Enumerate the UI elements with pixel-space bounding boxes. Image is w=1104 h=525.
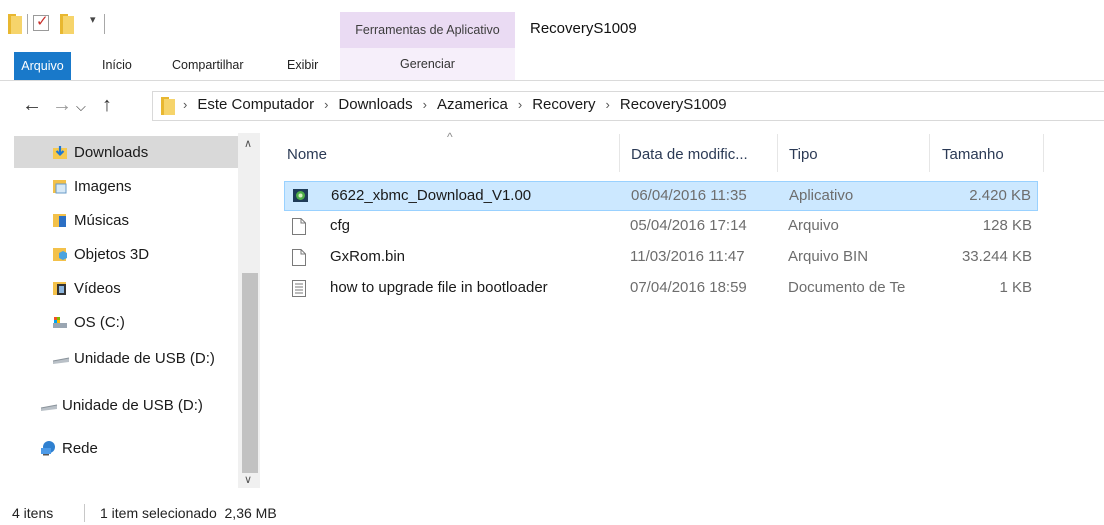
nav-item-usb-d-root[interactable]: Unidade de USB (D:)	[14, 389, 240, 421]
folder-icon[interactable]	[8, 14, 22, 34]
nav-item-videos[interactable]: Vídeos	[14, 272, 240, 304]
breadcrumb-recoverys1009[interactable]: RecoveryS1009	[620, 96, 727, 113]
nav-item-downloads[interactable]: Downloads	[14, 136, 240, 168]
breadcrumb: › Este Computador › Downloads › Azameric…	[183, 96, 727, 113]
file-size: 1 KB	[999, 279, 1032, 296]
divider	[929, 134, 930, 172]
forward-arrow-icon[interactable]: →	[52, 94, 72, 117]
context-tab-group-label: Ferramentas de Aplicativo	[340, 12, 515, 48]
status-bar: 4 itens 1 item selecionado 2,36 MB	[0, 500, 1104, 525]
breadcrumb-downloads[interactable]: Downloads	[338, 96, 412, 113]
table-row[interactable]: how to upgrade file in bootloader 07/04/…	[284, 274, 1038, 304]
divider	[84, 504, 85, 522]
chevron-right-icon[interactable]: ›	[606, 97, 610, 112]
scrollbar-thumb[interactable]	[242, 273, 258, 473]
divider	[1043, 134, 1044, 172]
file-icon	[292, 249, 306, 266]
tab-compartilhar[interactable]: Compartilhar	[172, 58, 244, 72]
file-name: how to upgrade file in bootloader	[330, 279, 548, 296]
scroll-down-icon[interactable]: ∨	[244, 473, 252, 486]
text-document-icon	[292, 280, 306, 297]
nav-item-objetos-3d[interactable]: Objetos 3D	[14, 238, 240, 270]
file-size: 128 KB	[982, 217, 1032, 234]
column-header-size[interactable]: Tamanho	[942, 146, 1004, 163]
sort-ascending-icon: ^	[447, 130, 453, 144]
music-icon	[52, 212, 68, 228]
chevron-right-icon[interactable]: ›	[324, 97, 328, 112]
recent-locations-chevron-icon[interactable]: ⌵	[76, 99, 86, 115]
tab-inicio[interactable]: Início	[102, 58, 132, 72]
table-row[interactable]: cfg 05/04/2016 17:14 Arquivo 128 KB	[284, 212, 1038, 242]
nav-pane-scrollbar[interactable]: ∧ ∨	[238, 133, 260, 488]
file-type: Aplicativo	[789, 187, 854, 204]
file-date: 07/04/2016 18:59	[630, 279, 747, 296]
file-name: GxRom.bin	[330, 248, 406, 265]
chevron-right-icon[interactable]: ›	[183, 97, 187, 112]
breadcrumb-recovery[interactable]: Recovery	[532, 96, 595, 113]
nav-item-rede[interactable]: Rede	[14, 432, 240, 464]
file-name: cfg	[330, 217, 351, 234]
customize-toolbar-icon[interactable]: ▾	[90, 13, 96, 26]
nav-item-imagens[interactable]: Imagens	[14, 170, 240, 202]
downloads-icon	[52, 144, 68, 160]
divider	[27, 14, 28, 34]
file-date: 11/03/2016 11:47	[630, 248, 745, 265]
file-size: 2.420 KB	[969, 187, 1031, 204]
file-date: 05/04/2016 17:14	[630, 217, 747, 234]
up-arrow-icon[interactable]: ↑	[102, 94, 112, 117]
new-folder-icon[interactable]	[60, 14, 74, 34]
tab-arquivo[interactable]: Arquivo	[14, 52, 71, 80]
divider	[777, 134, 778, 172]
chevron-right-icon[interactable]: ›	[423, 97, 427, 112]
file-size: 33.244 KB	[961, 248, 1032, 265]
window-title: RecoveryS1009	[530, 20, 637, 37]
pictures-icon	[52, 178, 68, 194]
breadcrumb-azamerica[interactable]: Azamerica	[437, 96, 508, 113]
address-bar[interactable]: › Este Computador › Downloads › Azameric…	[152, 91, 1104, 121]
drive-c-icon	[52, 314, 68, 330]
divider	[0, 80, 1104, 81]
usb-drive-icon	[40, 397, 58, 413]
title-bar: ✓ ▾ Ferramentas de Aplicativo Gerenciar …	[0, 0, 1104, 80]
videos-icon	[52, 280, 68, 296]
item-count: 4 itens	[12, 505, 54, 521]
selection-info: 1 item selecionado 2,36 MB	[100, 505, 277, 521]
network-icon	[40, 440, 56, 456]
back-arrow-icon[interactable]: ←	[22, 94, 42, 117]
navigation-pane: Downloads Imagens Músicas Objetos 3D Víd…	[14, 133, 260, 488]
nav-item-os-c[interactable]: OS (C:)	[14, 306, 240, 338]
breadcrumb-este-computador[interactable]: Este Computador	[197, 96, 314, 113]
properties-icon[interactable]: ✓	[33, 13, 49, 31]
table-row[interactable]: 6622_xbmc_Download_V1.00 06/04/2016 11:3…	[284, 181, 1038, 211]
usb-drive-icon	[52, 350, 70, 366]
file-type: Arquivo BIN	[788, 248, 869, 265]
chevron-right-icon[interactable]: ›	[518, 97, 522, 112]
divider	[619, 134, 620, 172]
column-header-type[interactable]: Tipo	[789, 146, 818, 163]
file-type: Arquivo	[788, 217, 839, 234]
application-icon	[293, 188, 308, 205]
divider	[104, 14, 105, 34]
file-type: Documento de Te	[788, 279, 906, 296]
tab-gerenciar[interactable]: Gerenciar	[340, 48, 515, 80]
column-header-date[interactable]: Data de modific...	[631, 146, 748, 163]
column-header-name[interactable]: Nome	[287, 146, 327, 163]
scroll-up-icon[interactable]: ∧	[244, 137, 252, 150]
nav-item-musicas[interactable]: Músicas	[14, 204, 240, 236]
table-row[interactable]: GxRom.bin 11/03/2016 11:47 Arquivo BIN 3…	[284, 243, 1038, 273]
folder-icon	[161, 97, 175, 115]
file-date: 06/04/2016 11:35	[631, 187, 747, 204]
nav-item-usb-d[interactable]: Unidade de USB (D:)	[14, 342, 240, 374]
tab-exibir[interactable]: Exibir	[287, 58, 318, 72]
file-name: 6622_xbmc_Download_V1.00	[331, 187, 532, 204]
file-icon	[292, 218, 306, 235]
3d-objects-icon	[52, 246, 68, 262]
